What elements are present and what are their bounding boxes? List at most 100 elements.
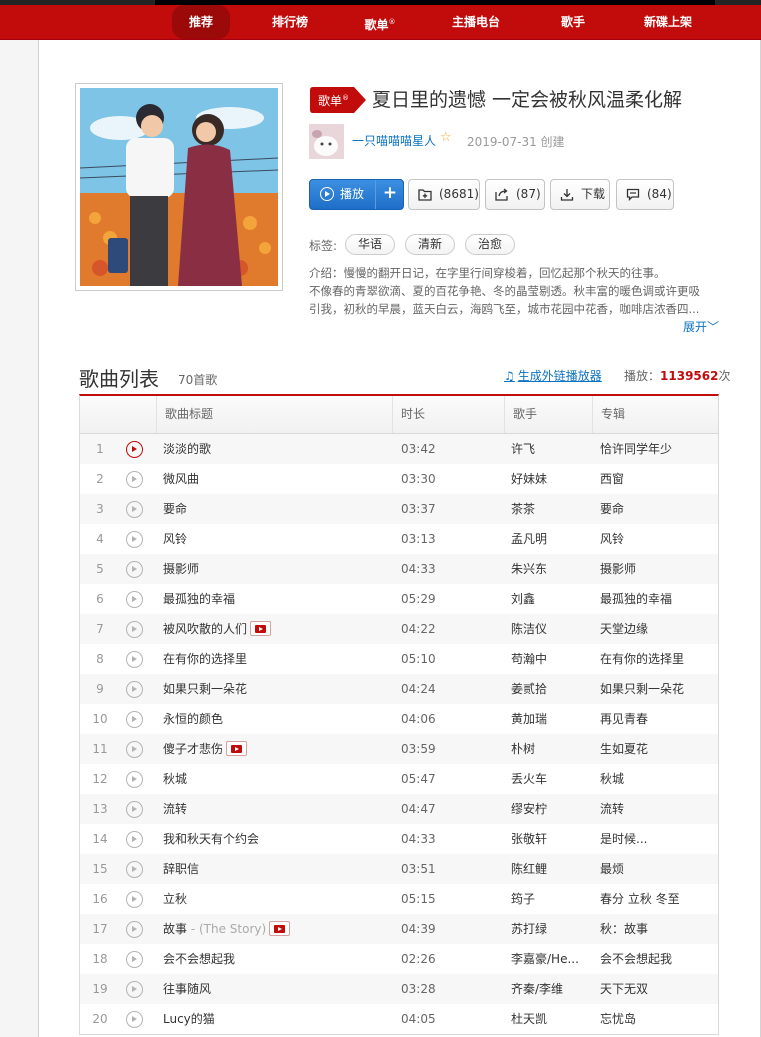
song-album[interactable]: 再见青春 [600,704,715,734]
mv-icon[interactable] [226,741,248,756]
song-title[interactable]: 微风曲 [163,464,391,494]
nav-new-albums[interactable]: 新碟上架 [634,5,702,39]
play-circle-icon[interactable] [126,531,143,548]
song-album[interactable]: 天堂边缘 [600,614,715,644]
song-title[interactable]: 故事 - (The Story) [163,914,391,944]
song-album[interactable]: 要命 [600,494,715,524]
song-title[interactable]: 风铃 [163,524,391,554]
song-artist[interactable]: 许飞 [511,434,591,464]
play-circle-icon[interactable] [126,651,143,668]
song-artist[interactable]: 茶茶 [511,494,591,524]
table-row[interactable]: 19 往事随风 03:28 齐秦/李维 天下无双 [80,974,718,1004]
play-circle-icon[interactable] [126,831,143,848]
song-album[interactable]: 摄影师 [600,554,715,584]
comment-button[interactable]: (84) [616,179,674,210]
song-artist[interactable]: 杜天凯 [511,1004,591,1034]
table-row[interactable]: 3 要命 03:37 茶茶 要命 [80,494,718,524]
table-row[interactable]: 18 会不会想起我 02:26 李嘉豪/He... 会不会想起我 [80,944,718,974]
table-row[interactable]: 13 流转 04:47 缪安柠 流转 [80,794,718,824]
table-row[interactable]: 1 淡淡的歌 03:42 许飞 恰许同学年少 [80,434,718,464]
external-player-link[interactable]: ♫ 生成外链播放器 [504,367,602,384]
nav-playlists[interactable]: 歌单® [352,5,408,39]
song-album[interactable]: 风铃 [600,524,715,554]
song-title[interactable]: 流转 [163,794,391,824]
song-artist[interactable]: 陈红鲤 [511,854,591,884]
song-album[interactable]: 最孤独的幸福 [600,584,715,614]
table-row[interactable]: 2 微风曲 03:30 好妹妹 西窗 [80,464,718,494]
song-artist[interactable]: 朱兴东 [511,554,591,584]
table-row[interactable]: 4 风铃 03:13 孟凡明 风铃 [80,524,718,554]
song-title[interactable]: 最孤独的幸福 [163,584,391,614]
song-artist[interactable]: 刘鑫 [511,584,591,614]
song-album[interactable]: 恰许同学年少 [600,434,715,464]
nav-charts[interactable]: 排行榜 [258,5,322,39]
song-title[interactable]: 在有你的选择里 [163,644,391,674]
song-title[interactable]: Lucy的猫 [163,1004,391,1034]
song-artist[interactable]: 李嘉豪/He... [511,944,591,974]
song-title[interactable]: 立秋 [163,884,391,914]
table-row[interactable]: 16 立秋 05:15 筠子 春分 立秋 冬至 [80,884,718,914]
song-artist[interactable]: 朴树 [511,734,591,764]
table-row[interactable]: 7 被风吹散的人们 04:22 陈洁仪 天堂边缘 [80,614,718,644]
song-title[interactable]: 要命 [163,494,391,524]
song-artist[interactable]: 苏打绿 [511,914,591,944]
nav-radio[interactable]: 主播电台 [438,5,514,39]
play-circle-icon[interactable] [126,561,143,578]
song-title[interactable]: 如果只剩一朵花 [163,674,391,704]
song-album[interactable]: 秋城 [600,764,715,794]
song-title[interactable]: 往事随风 [163,974,391,1004]
nav-recommend[interactable]: 推荐 [172,5,230,39]
song-album[interactable]: 在有你的选择里 [600,644,715,674]
play-circle-icon[interactable] [126,621,143,638]
table-row[interactable]: 14 我和秋天有个约会 04:33 张敬轩 是时候... [80,824,718,854]
song-title[interactable]: 我和秋天有个约会 [163,824,391,854]
collect-button[interactable]: (8681) [408,179,480,210]
song-album[interactable]: 春分 立秋 冬至 [600,884,715,914]
play-circle-icon[interactable] [126,441,143,458]
song-artist[interactable]: 黄加瑞 [511,704,591,734]
song-album[interactable]: 会不会想起我 [600,944,715,974]
song-album[interactable]: 如果只剩一朵花 [600,674,715,704]
table-row[interactable]: 15 辞职信 03:51 陈红鲤 最烦 [80,854,718,884]
play-circle-icon[interactable] [126,681,143,698]
table-row[interactable]: 17 故事 - (The Story) 04:39 苏打绿 秋：故事 [80,914,718,944]
song-title[interactable]: 傻子才悲伤 [163,734,391,764]
add-to-queue-button[interactable]: + [375,180,404,209]
song-album[interactable]: 流转 [600,794,715,824]
song-album[interactable]: 秋：故事 [600,914,715,944]
play-circle-icon[interactable] [126,771,143,788]
song-artist[interactable]: 张敬轩 [511,824,591,854]
play-circle-icon[interactable] [126,1011,143,1028]
play-circle-icon[interactable] [126,801,143,818]
play-circle-icon[interactable] [126,711,143,728]
tag-healing[interactable]: 治愈 [465,234,515,255]
play-button[interactable]: 播放 + [309,179,404,210]
mv-icon[interactable] [269,921,291,936]
creator-name[interactable]: 一只喵喵喵星人 [352,132,436,149]
creator-avatar[interactable] [309,124,344,159]
song-artist[interactable]: 姜贰拾 [511,674,591,704]
song-title[interactable]: 被风吹散的人们 [163,614,391,644]
expand-link[interactable]: 展开﹀ [683,318,719,335]
song-artist[interactable]: 筠子 [511,884,591,914]
table-row[interactable]: 20 Lucy的猫 04:05 杜天凯 忘忧岛 [80,1004,718,1034]
song-artist[interactable]: 苟瀚中 [511,644,591,674]
song-title[interactable]: 秋城 [163,764,391,794]
song-artist[interactable]: 缪安柠 [511,794,591,824]
song-artist[interactable]: 孟凡明 [511,524,591,554]
play-circle-icon[interactable] [126,741,143,758]
play-circle-icon[interactable] [126,921,143,938]
download-button[interactable]: 下载 [550,179,610,210]
song-artist[interactable]: 丢火车 [511,764,591,794]
play-circle-icon[interactable] [126,861,143,878]
play-circle-icon[interactable] [126,501,143,518]
song-title[interactable]: 会不会想起我 [163,944,391,974]
share-button[interactable]: (87) [485,179,545,210]
song-title[interactable]: 摄影师 [163,554,391,584]
play-circle-icon[interactable] [126,981,143,998]
table-row[interactable]: 10 永恒的颜色 04:06 黄加瑞 再见青春 [80,704,718,734]
play-circle-icon[interactable] [126,591,143,608]
play-circle-icon[interactable] [126,891,143,908]
table-row[interactable]: 8 在有你的选择里 05:10 苟瀚中 在有你的选择里 [80,644,718,674]
song-artist[interactable]: 好妹妹 [511,464,591,494]
